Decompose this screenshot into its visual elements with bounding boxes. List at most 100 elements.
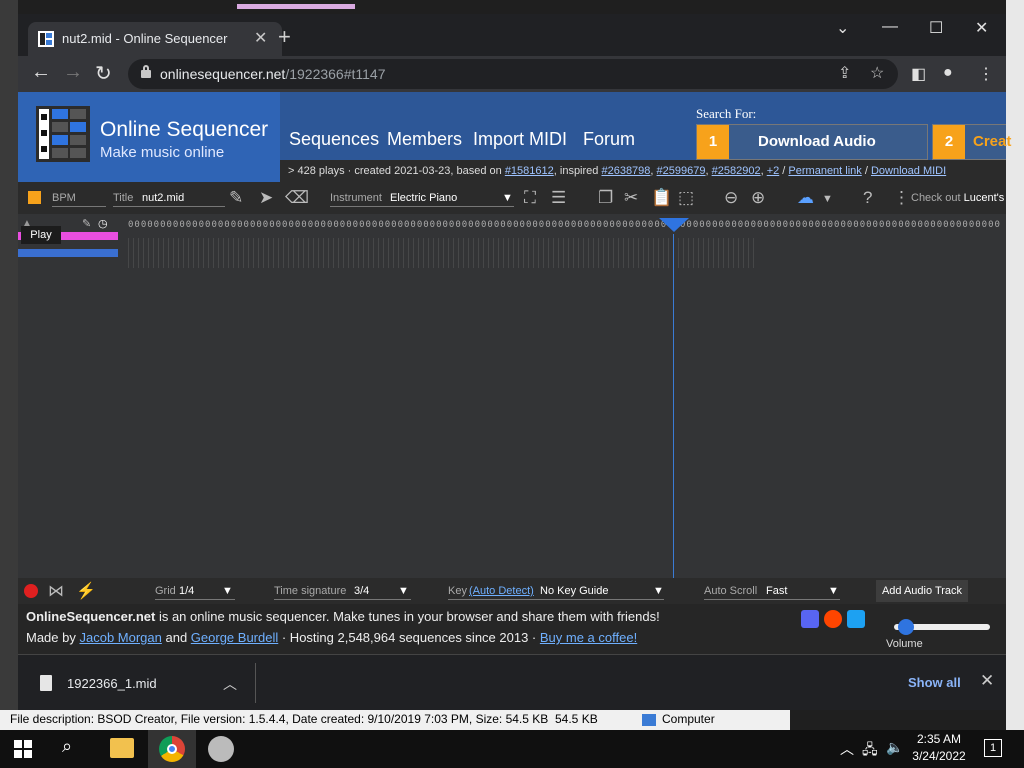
volume-knob[interactable]: [897, 619, 914, 635]
inspired-link-3[interactable]: #2582902: [712, 165, 761, 177]
menu-dots-icon[interactable]: ⋮: [978, 64, 994, 84]
auto-detect-link[interactable]: (Auto Detect): [469, 585, 534, 597]
download-shelf: 1922366_1.mid ︿ Show all ✕: [18, 654, 1006, 710]
time-signature-select[interactable]: 3/4: [354, 585, 369, 597]
show-all-button[interactable]: Show all: [908, 675, 961, 690]
forward-arrow-icon[interactable]: →: [63, 61, 83, 84]
reload-icon[interactable]: ↻: [95, 61, 112, 86]
reddit-icon[interactable]: [824, 610, 842, 628]
download-item[interactable]: 1922366_1.mid: [67, 676, 157, 691]
author-link-2[interactable]: George Burdell: [191, 630, 278, 645]
disc-app-icon[interactable]: [208, 736, 234, 762]
more-icon[interactable]: ⋮: [893, 188, 910, 208]
color-swatch[interactable]: [28, 191, 41, 204]
chevron-down-icon[interactable]: ▼: [222, 585, 233, 597]
close-shelf-button[interactable]: ✕: [980, 671, 994, 691]
desktop-left-strip: [0, 0, 18, 730]
chrome-icon[interactable]: [159, 736, 185, 762]
sidebar-toggle-icon[interactable]: ◧: [911, 64, 926, 84]
inspired-more-link[interactable]: +2: [767, 165, 780, 177]
auto-icon[interactable]: ⚡: [76, 581, 96, 601]
copy-icon[interactable]: ❐: [598, 188, 613, 208]
instrument-settings-icon[interactable]: ⛶: [524, 188, 536, 208]
auto-scroll-select[interactable]: Fast: [766, 585, 787, 597]
new-tab-button[interactable]: +: [278, 24, 291, 50]
close-window-button[interactable]: ✕: [975, 18, 988, 38]
cloud-upload-icon[interactable]: ☁: [797, 188, 814, 208]
search-icon[interactable]: ⌕: [62, 736, 88, 762]
back-arrow-icon[interactable]: ←: [31, 61, 51, 84]
chevron-down-icon[interactable]: ▼: [828, 585, 839, 597]
ad-download-audio[interactable]: 1 Download Audio: [696, 124, 928, 160]
playhead-marker[interactable]: [659, 218, 689, 232]
clock-time[interactable]: 2:35 AM: [912, 732, 966, 746]
url-input[interactable]: onlinesequencer.net/1922366#t1147 ⇪ ☆: [128, 59, 898, 89]
volume-icon[interactable]: 🔈: [886, 739, 903, 756]
sequencer-grid[interactable]: ▲ ✎ ◷ Play 00000000000000000000000000000…: [18, 214, 1006, 578]
add-audio-track-button[interactable]: Add Audio Track: [876, 580, 968, 602]
bpm-input[interactable]: [52, 206, 106, 207]
chevron-down-icon[interactable]: ⌄: [836, 18, 849, 38]
network-icon[interactable]: 🖧: [862, 739, 878, 763]
paste-icon[interactable]: 📋: [651, 188, 672, 208]
windows-start-icon[interactable]: [14, 740, 32, 758]
help-icon[interactable]: ?: [863, 188, 872, 208]
inspired-link-1[interactable]: #2638798: [601, 165, 650, 177]
zoom-out-icon[interactable]: ⊖: [724, 188, 738, 208]
grid-select[interactable]: 1/4: [179, 585, 194, 597]
profile-icon[interactable]: ●: [943, 64, 953, 82]
permanent-link[interactable]: Permanent link: [788, 165, 861, 177]
maximize-button[interactable]: ☐: [929, 18, 943, 38]
instrument-select[interactable]: Electric Piano: [390, 192, 457, 204]
bookmark-star-icon[interactable]: ☆: [870, 63, 884, 83]
chevron-up-icon[interactable]: ︿: [223, 674, 237, 694]
metronome-icon[interactable]: ⋈: [48, 581, 64, 601]
clock-icon[interactable]: ◷: [98, 217, 108, 230]
twitter-icon[interactable]: [847, 610, 865, 628]
minimize-button[interactable]: —: [882, 18, 898, 36]
chevron-up-icon[interactable]: ︿: [840, 739, 854, 759]
file-size: 54.5 KB: [555, 712, 598, 726]
notification-icon[interactable]: 1: [984, 739, 1002, 757]
logo-area[interactable]: Online Sequencer Make music online: [18, 92, 280, 182]
eraser-icon[interactable]: ⌫: [285, 188, 309, 208]
browser-tab[interactable]: nut2.mid - Online Sequencer ✕: [28, 22, 282, 56]
instrument-track-blue[interactable]: [18, 249, 118, 257]
chevron-down-icon[interactable]: ▼: [502, 192, 513, 204]
play-button[interactable]: Play: [21, 226, 61, 244]
instrument-label: Instrument: [330, 192, 382, 204]
nav-forum[interactable]: Forum: [583, 129, 635, 150]
inspired-link-2[interactable]: #2599679: [657, 165, 706, 177]
ad-create[interactable]: 2 Creat: [932, 124, 1011, 160]
volume-label: Volume: [886, 638, 923, 650]
select-box-icon[interactable]: ⬚: [678, 188, 694, 208]
chevron-down-icon[interactable]: ▼: [822, 193, 833, 205]
chevron-right-icon[interactable]: >: [288, 165, 294, 177]
download-midi-link[interactable]: Download MIDI: [871, 165, 946, 177]
title-input[interactable]: nut2.mid: [142, 192, 184, 204]
author-link-1[interactable]: Jacob Morgan: [79, 630, 161, 645]
zoom-in-icon[interactable]: ⊕: [751, 188, 765, 208]
chevron-down-icon[interactable]: ▼: [398, 585, 409, 597]
cut-icon[interactable]: ✂: [624, 188, 638, 208]
pencil-icon[interactable]: ✎: [82, 217, 91, 230]
key-select[interactable]: No Key Guide: [540, 585, 608, 597]
based-on-link[interactable]: #1581612: [505, 165, 554, 177]
sliders-icon[interactable]: ☰: [551, 188, 566, 208]
timeline-ruler[interactable]: 0000000000000000000000000000000000000000…: [128, 220, 1006, 232]
record-button[interactable]: [24, 584, 38, 598]
site-name-bold: OnlineSequencer.net: [26, 609, 156, 624]
edit-icon[interactable]: ✎: [229, 188, 243, 208]
pointer-icon[interactable]: ➤: [259, 188, 273, 208]
coffee-link[interactable]: Buy me a coffee!: [540, 630, 637, 645]
ad-number: 2: [933, 125, 965, 159]
tab-close-icon[interactable]: ✕: [254, 28, 267, 48]
nav-sequences[interactable]: Sequences: [289, 129, 379, 150]
file-explorer-icon[interactable]: [110, 738, 134, 758]
clock-date[interactable]: 3/24/2022: [906, 749, 972, 763]
nav-import-midi[interactable]: Import MIDI: [473, 129, 567, 150]
nav-members[interactable]: Members: [387, 129, 462, 150]
chevron-down-icon[interactable]: ▼: [653, 585, 664, 597]
discord-icon[interactable]: [801, 610, 819, 628]
share-icon[interactable]: ⇪: [838, 63, 851, 83]
